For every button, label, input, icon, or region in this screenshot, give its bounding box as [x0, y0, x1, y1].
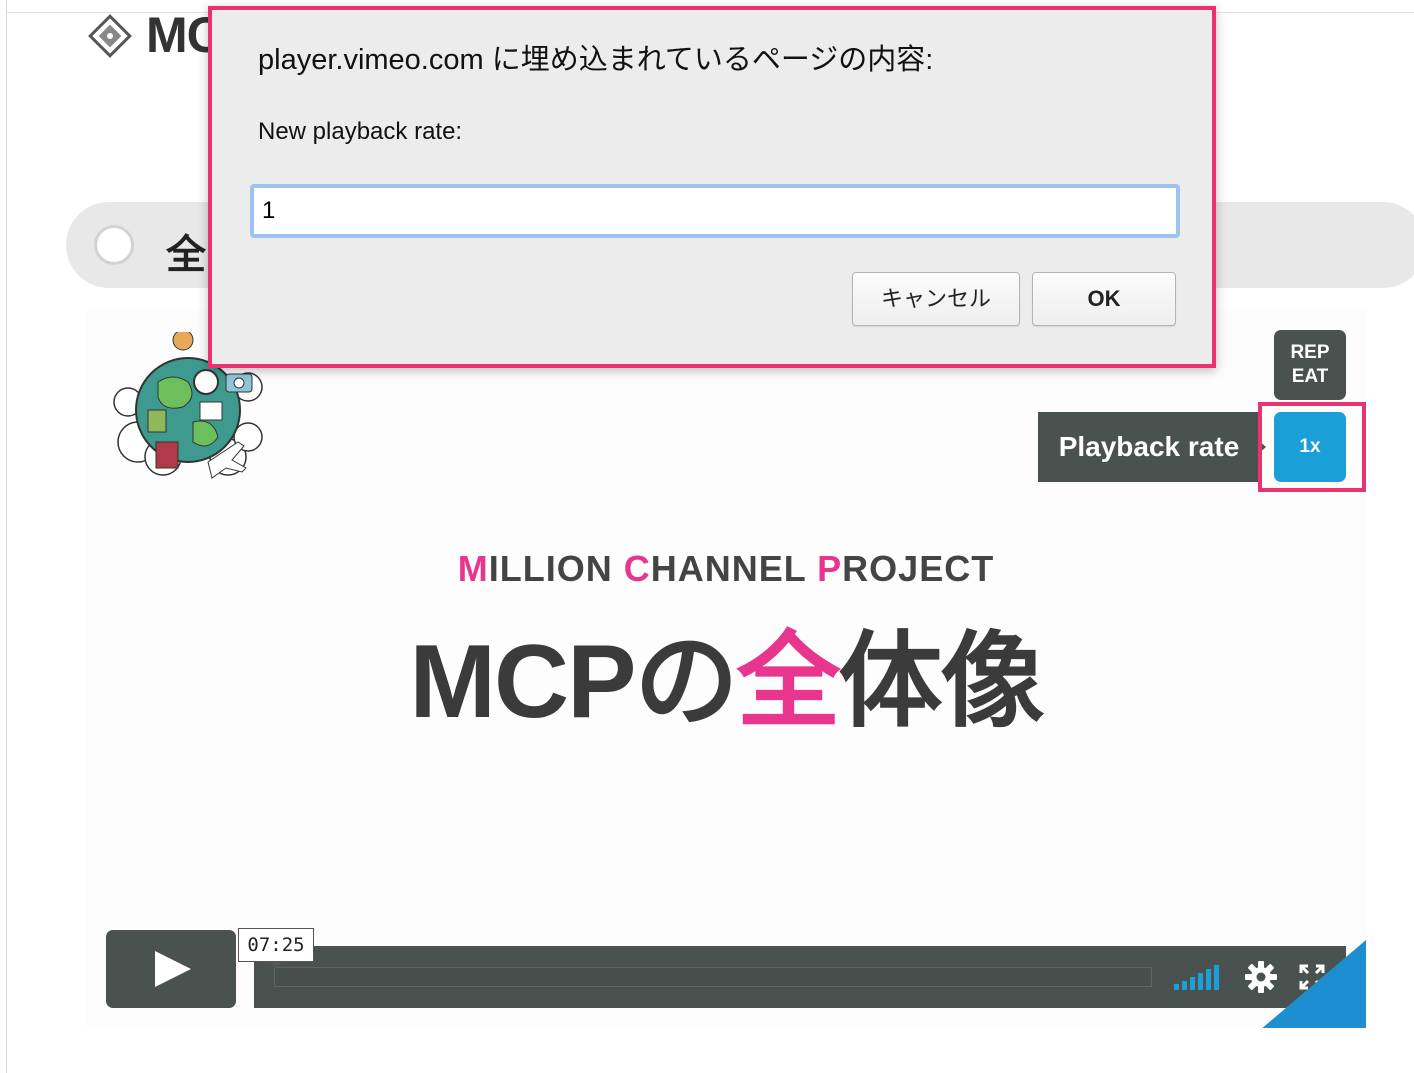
play-icon — [155, 951, 191, 987]
dialog-title: player.vimeo.com に埋め込まれているページの内容: — [258, 44, 934, 76]
cancel-button[interactable]: キャンセル — [852, 272, 1020, 326]
play-button[interactable] — [106, 930, 236, 1008]
dialog-message: New playback rate: — [258, 118, 463, 145]
highlight-frame-rate — [1258, 402, 1366, 492]
section-toggle-radio[interactable] — [94, 225, 134, 265]
vimeo-corner-badge — [1260, 940, 1366, 1028]
playback-rate-input[interactable] — [250, 184, 1180, 238]
page-border-left — [6, 0, 7, 1073]
volume-icon[interactable] — [1174, 964, 1222, 990]
playback-rate-tooltip: Playback rate — [1038, 412, 1260, 482]
control-bar — [254, 946, 1346, 1008]
prompt-dialog: player.vimeo.com に埋め込まれているページの内容: New pl… — [208, 6, 1216, 368]
progress-track[interactable] — [274, 967, 1152, 987]
time-display: 07:25 — [238, 928, 314, 969]
video-title-main: MCPの全体像 — [409, 624, 1044, 740]
video-player[interactable]: MILLION CHANNEL PROJECT MCPの全体像 REP EAT … — [86, 310, 1366, 1028]
section-toggle-label: 全 — [166, 233, 206, 277]
ok-button[interactable]: OK — [1032, 272, 1176, 326]
repeat-button[interactable]: REP EAT — [1274, 330, 1346, 400]
video-title-sub: MILLION CHANNEL PROJECT — [457, 548, 995, 589]
page-logo-icon — [88, 14, 132, 58]
